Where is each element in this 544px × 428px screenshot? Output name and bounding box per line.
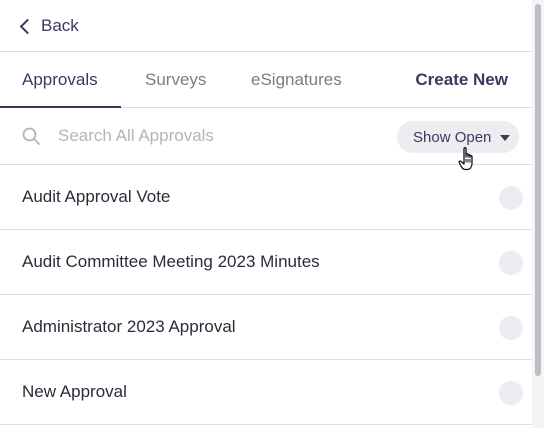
tab-surveys-label: Surveys: [145, 70, 207, 89]
show-open-label: Show Open: [413, 128, 492, 146]
create-new-button[interactable]: Create New: [415, 52, 508, 108]
approvals-list: Audit Approval Vote Audit Committee Meet…: [0, 165, 532, 425]
status-circle-icon: [499, 316, 523, 340]
tab-esignatures-label: eSignatures: [251, 70, 342, 89]
status-circle-icon: [499, 186, 523, 210]
status-circle-icon: [499, 251, 523, 275]
list-item[interactable]: New Approval: [0, 360, 532, 425]
list-item-title: Audit Approval Vote: [22, 187, 171, 206]
search-input[interactable]: [58, 122, 378, 150]
list-item[interactable]: Audit Committee Meeting 2023 Minutes: [0, 230, 532, 295]
list-item-title: New Approval: [22, 382, 127, 401]
back-button[interactable]: Back: [19, 15, 79, 36]
list-item[interactable]: Administrator 2023 Approval: [0, 295, 532, 360]
tab-surveys[interactable]: Surveys: [145, 52, 206, 108]
hand-pointer-cursor-icon: [458, 147, 473, 171]
caret-down-icon: [500, 134, 511, 141]
list-item-title: Administrator 2023 Approval: [22, 317, 236, 336]
status-circle-icon: [499, 381, 523, 405]
tab-esignatures[interactable]: eSignatures: [251, 52, 342, 108]
approvals-panel: Back Approvals Surveys eSignatures Creat…: [0, 0, 544, 428]
list-item-title: Audit Committee Meeting 2023 Minutes: [22, 252, 320, 271]
tab-approvals[interactable]: Approvals: [22, 52, 98, 108]
panel-content: Back Approvals Surveys eSignatures Creat…: [0, 0, 532, 428]
chevron-left-icon: [19, 18, 36, 34]
list-item[interactable]: Audit Approval Vote: [0, 165, 532, 230]
back-row: Back: [0, 0, 532, 52]
scrollbar[interactable]: [532, 0, 544, 428]
search-row: Show Open: [0, 108, 532, 165]
search-icon: [22, 127, 40, 145]
create-new-label: Create New: [415, 70, 508, 89]
scrollbar-thumb[interactable]: [535, 4, 541, 376]
back-label: Back: [41, 15, 79, 35]
tab-approvals-label: Approvals: [22, 70, 98, 89]
tab-bar: Approvals Surveys eSignatures Create New: [0, 52, 532, 108]
